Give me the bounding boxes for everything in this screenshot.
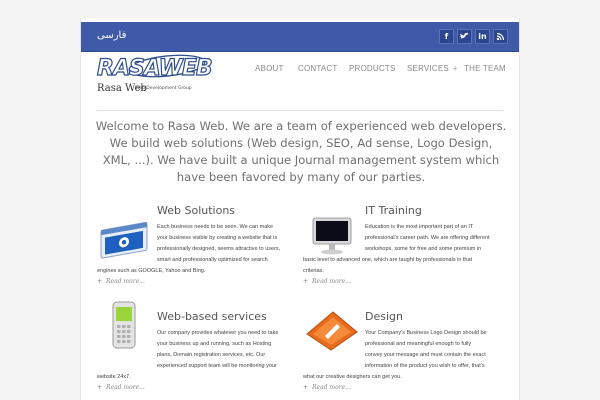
nav-services[interactable]: SERVICES + <box>407 64 458 73</box>
design-sign-icon <box>306 311 358 351</box>
read-more-label: Read more... <box>312 278 351 285</box>
feature-body-web-solutions: Each business needs to be seen. We can m… <box>97 222 281 277</box>
intro-text: Welcome to Rasa Web. We are a team of ex… <box>95 119 507 184</box>
feature-line: Education is the most important part of … <box>365 224 474 230</box>
feature-line: criterias. <box>303 268 324 274</box>
plus-icon: + <box>303 384 309 391</box>
feature-line: Each business needs to be seen. We can m… <box>157 224 274 230</box>
rss-icon[interactable] <box>493 29 508 44</box>
feature-line: professionally designed, seems attractiv… <box>157 246 281 252</box>
plus-icon: + <box>97 278 103 285</box>
read-more-label: Read more... <box>106 384 145 391</box>
linkedin-icon[interactable]: in <box>475 29 490 44</box>
header-divider <box>97 110 503 111</box>
nav-services-label: SERVICES <box>407 64 449 73</box>
read-more-it-training[interactable]: + Read more... <box>303 278 351 285</box>
feature-line: professional's career path. We are offer… <box>365 235 490 241</box>
feature-line: information of the product you wish to o… <box>365 363 485 369</box>
feature-line: professional and meaningful enough to fu… <box>365 341 472 347</box>
twitter-icon[interactable] <box>457 29 472 44</box>
feature-line: website 24x7. <box>97 374 131 380</box>
feature-body-it-training: Education is the most important part of … <box>303 222 505 277</box>
logo-tagline: Web Development Group <box>135 86 192 91</box>
feature-line: what our creative designers can get you. <box>303 374 402 380</box>
feature-line: Our company provides whatever you need t… <box>157 330 279 336</box>
plus-icon: + <box>303 278 309 285</box>
nav-the-team[interactable]: THE TEAM <box>464 64 506 73</box>
read-more-label: Read more... <box>106 278 145 285</box>
submenu-plus-icon: + <box>452 64 458 73</box>
mobile-phone-icon <box>112 301 136 349</box>
twitter-bird-glyph <box>460 32 469 39</box>
feature-line: smart and professionally optimized for s… <box>157 257 268 263</box>
feature-body-web-based-services: Our company provides whatever you need t… <box>97 328 287 383</box>
nav-contact[interactable]: CONTACT <box>298 64 337 73</box>
feature-body-design: Your Company's Business Logo Design shou… <box>303 328 505 383</box>
site-logo[interactable]: RASAWEB Rasa Web Web Development Group <box>96 54 217 110</box>
browser-window-icon <box>100 221 148 259</box>
feature-line: experienced support team will be monitor… <box>157 363 277 369</box>
feature-line: engines such as GOOGLE, Yahoo and Bing. <box>97 268 206 274</box>
nav-products[interactable]: PRODUCTS <box>349 64 396 73</box>
feature-title-web-based-services: Web-based services <box>157 310 267 323</box>
read-more-design[interactable]: + Read more... <box>303 384 351 391</box>
feature-line: Your Company's Business Logo Design shou… <box>365 330 487 336</box>
facebook-icon[interactable]: f <box>439 29 454 44</box>
feature-line: basic level to advanced one, which are t… <box>303 257 473 263</box>
rss-glyph <box>496 32 505 41</box>
read-more-label: Read more... <box>312 384 351 391</box>
feature-line: your business visible by creating a webs… <box>157 235 278 241</box>
plus-icon: + <box>97 384 103 391</box>
nav-about[interactable]: ABOUT <box>255 64 284 73</box>
read-more-web-solutions[interactable]: + Read more... <box>97 278 145 285</box>
monitor-icon <box>312 217 352 255</box>
feature-line: your business up and running, such as Ho… <box>157 341 272 347</box>
language-switch-link[interactable]: فارسی <box>97 30 126 41</box>
read-more-web-based-services[interactable]: + Read more... <box>97 384 145 391</box>
logo-wordmark: RASAWEB <box>96 55 213 81</box>
feature-line: plans, Domain registration services, etc… <box>157 352 266 358</box>
feature-title-web-solutions: Web Solutions <box>157 204 236 217</box>
page-container: فارسی f in RASAWEB Rasa Web Web Developm… <box>80 18 520 400</box>
feature-title-it-training: IT Training <box>365 204 422 217</box>
top-bar: فارسی f in <box>81 22 519 52</box>
feature-title-design: Design <box>365 310 403 323</box>
feature-line: convey your message and must contain the… <box>365 352 486 358</box>
feature-line: workshops, some for free and some premiu… <box>365 246 482 252</box>
